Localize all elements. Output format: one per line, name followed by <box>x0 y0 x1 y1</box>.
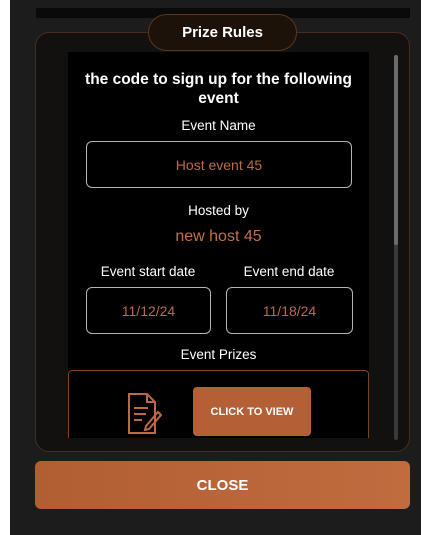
document-edit-icon <box>126 392 163 436</box>
dialog-title: Prize Rules <box>148 14 297 51</box>
end-date-field[interactable]: 11/18/24 <box>226 287 353 334</box>
event-prizes-label: Event Prizes <box>180 347 257 362</box>
scroll-content[interactable]: the code to sign up for the following ev… <box>68 52 369 438</box>
event-name-field[interactable]: Host event 45 <box>86 141 352 188</box>
hosted-by-value: new host 45 <box>175 228 262 245</box>
start-date-label: Event start date <box>100 264 196 279</box>
event-description: the code to sign up for the following ev… <box>85 71 352 107</box>
end-date-label: Event end date <box>243 264 335 279</box>
start-date-field[interactable]: 11/12/24 <box>86 287 211 334</box>
scrollbar-thumb[interactable] <box>394 55 398 245</box>
hosted-by-label: Hosted by <box>188 203 249 218</box>
click-to-view-button[interactable]: CLICK TO VIEW <box>193 387 311 436</box>
close-button[interactable]: CLOSE <box>35 461 410 509</box>
event-name-label: Event Name <box>181 118 256 133</box>
scrollbar[interactable] <box>394 55 398 440</box>
